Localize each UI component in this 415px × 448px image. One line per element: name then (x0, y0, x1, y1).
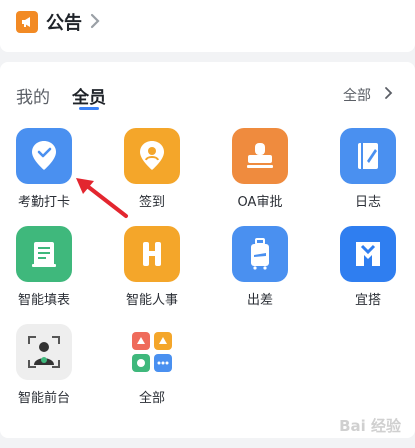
notice-card[interactable]: 公告 (0, 0, 415, 52)
annotation-arrow-icon (76, 178, 128, 218)
stamp-icon (247, 143, 273, 168)
app-yida[interactable]: 宜搭 (324, 226, 415, 322)
app-label: 智能人事 (125, 293, 178, 308)
baidu-watermark: Bai 经验 (339, 417, 401, 435)
notebook-pen-icon (358, 143, 378, 169)
grid-apps-icon (132, 332, 172, 372)
chevron-right-icon (90, 13, 100, 29)
app-daily-log[interactable]: 日志 (324, 128, 415, 224)
app-oa-approval[interactable]: OA审批 (216, 128, 320, 224)
yida-logo-icon (356, 242, 380, 266)
notice-title: 公告 (46, 13, 82, 34)
tab-all-members[interactable]: 全员 (72, 83, 106, 108)
app-label: 全部 (138, 391, 165, 406)
active-tab-indicator (79, 107, 99, 110)
app-label: 出差 (246, 293, 273, 308)
app-smart-hr[interactable]: 智能人事 (108, 226, 212, 322)
app-label: 智能填表 (17, 293, 70, 308)
face-scan-icon (28, 336, 60, 368)
megaphone-icon (16, 11, 38, 33)
app-smart-form[interactable]: 智能填表 (0, 226, 104, 322)
location-pin-icon (140, 141, 164, 170)
app-label: OA审批 (237, 195, 283, 210)
chevron-right-icon (385, 87, 393, 99)
apps-card: 我的 全员 全部 考勤打卡 签到 OA审批 日志 智能填表 智能人事 出差 宜搭… (0, 62, 415, 438)
location-check-icon (32, 141, 56, 170)
app-label: 日志 (354, 195, 381, 210)
app-label: 宜搭 (354, 293, 381, 308)
hr-h-icon (143, 242, 161, 266)
app-label: 智能前台 (17, 391, 70, 406)
all-apps-link[interactable]: 全部 (343, 85, 371, 105)
app-all[interactable]: 全部 (108, 324, 212, 420)
form-sheet-icon (32, 242, 56, 267)
app-business-trip[interactable]: 出差 (216, 226, 320, 322)
app-smart-reception[interactable]: 智能前台 (0, 324, 104, 420)
tab-mine[interactable]: 我的 (16, 83, 50, 108)
suitcase-plane-icon (251, 238, 269, 270)
